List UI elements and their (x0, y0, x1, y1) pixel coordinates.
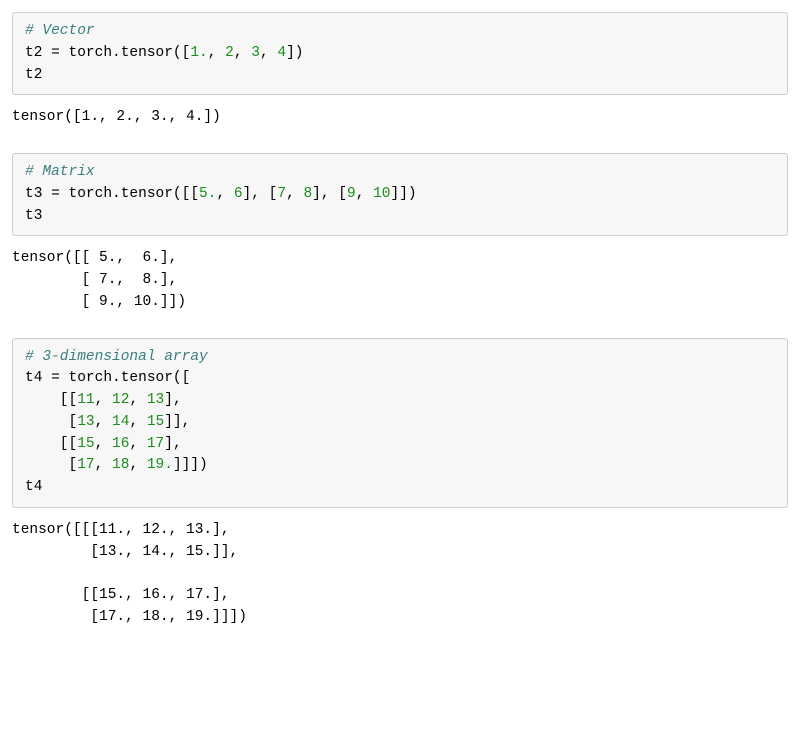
code-number: 15 (147, 414, 164, 430)
code-sep: , (95, 436, 112, 452)
code-comment: # Vector (25, 23, 95, 39)
code-number: 13 (77, 414, 94, 430)
code-cell-matrix: # Matrix t3 = torch.tensor([[5., 6], [7,… (12, 153, 788, 236)
code-sep: , (95, 392, 112, 408)
code-sep: , (216, 186, 233, 202)
code-sep: , (129, 436, 146, 452)
code-number: 9 (347, 186, 356, 202)
code-sep: , (234, 45, 251, 61)
code-echo: t4 (25, 479, 42, 495)
code-sep: , (208, 45, 225, 61)
code-number: 12 (112, 392, 129, 408)
code-text: ]]]) (173, 457, 208, 473)
code-sep: , (129, 392, 146, 408)
code-number: 19. (147, 457, 173, 473)
code-number: 7 (277, 186, 286, 202)
code-indent: [ (25, 457, 77, 473)
code-indent: [[ (25, 436, 77, 452)
code-number: 4 (277, 45, 286, 61)
code-sep: , (260, 45, 277, 61)
code-indent: [ (25, 414, 77, 430)
output-cell-3d: tensor([[[11., 12., 13.], [13., 14., 15.… (12, 518, 788, 653)
code-echo: t3 (25, 208, 42, 224)
code-text: ]]) (391, 186, 417, 202)
code-number: 16 (112, 436, 129, 452)
output-cell-matrix: tensor([[ 5., 6.], [ 7., 8.], [ 9., 10.]… (12, 246, 788, 337)
code-sep: , (129, 457, 146, 473)
code-number: 2 (225, 45, 234, 61)
code-number: 11 (77, 392, 94, 408)
code-sep: , (129, 414, 146, 430)
code-sep: , (356, 186, 373, 202)
code-number: 15 (77, 436, 94, 452)
code-cell-3d: # 3-dimensional array t4 = torch.tensor(… (12, 338, 788, 508)
code-text: t4 = torch.tensor([ (25, 370, 190, 386)
code-text: t2 = torch.tensor([ (25, 45, 190, 61)
code-number: 13 (147, 392, 164, 408)
code-number: 6 (234, 186, 243, 202)
code-number: 17 (147, 436, 164, 452)
code-sep: , (95, 414, 112, 430)
code-text: ], (164, 436, 181, 452)
code-text: ], [ (312, 186, 347, 202)
code-number: 14 (112, 414, 129, 430)
code-number: 10 (373, 186, 390, 202)
code-text: ], (164, 392, 181, 408)
code-number: 18 (112, 457, 129, 473)
code-sep: , (286, 186, 303, 202)
code-text: ]) (286, 45, 303, 61)
code-number: 8 (303, 186, 312, 202)
code-sep: , (95, 457, 112, 473)
code-echo: t2 (25, 67, 42, 83)
code-number: 1. (190, 45, 207, 61)
code-text: ], [ (243, 186, 278, 202)
output-cell-vector: tensor([1., 2., 3., 4.]) (12, 105, 788, 153)
code-number: 5. (199, 186, 216, 202)
code-number: 17 (77, 457, 94, 473)
code-text: t3 = torch.tensor([[ (25, 186, 199, 202)
code-comment: # 3-dimensional array (25, 349, 208, 365)
code-comment: # Matrix (25, 164, 95, 180)
code-indent: [[ (25, 392, 77, 408)
code-text: ]], (164, 414, 190, 430)
code-cell-vector: # Vector t2 = torch.tensor([1., 2, 3, 4]… (12, 12, 788, 95)
code-number: 3 (251, 45, 260, 61)
